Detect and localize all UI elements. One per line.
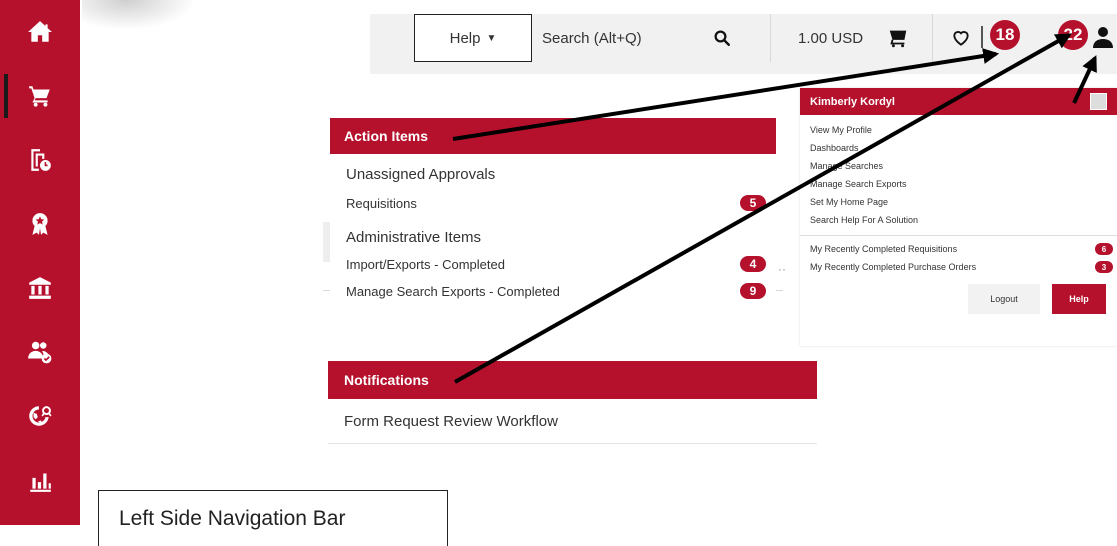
- recent-requisitions-link[interactable]: My Recently Completed Requisitions 6: [800, 240, 1117, 258]
- import-exports-item[interactable]: Import/Exports - Completed 4: [330, 254, 776, 274]
- nav-users[interactable]: [0, 320, 80, 384]
- notifications-header: Notifications: [328, 361, 817, 399]
- nav-reports[interactable]: [0, 448, 80, 512]
- search-icon[interactable]: [713, 29, 731, 47]
- manage-search-exports-link[interactable]: Manage Search Exports: [800, 175, 1117, 193]
- action-items-header: Action Items: [330, 118, 776, 154]
- action-items-badge[interactable]: 18: [990, 20, 1020, 50]
- requisitions-label: Requisitions: [346, 195, 417, 211]
- recent-purchase-orders-link[interactable]: My Recently Completed Purchase Orders 3: [800, 258, 1117, 276]
- users-check-icon: [28, 341, 52, 364]
- globe-network-icon: [29, 406, 52, 426]
- user-menu-header: Kimberly Kordyl: [800, 88, 1117, 115]
- dashboards-link[interactable]: Dashboards: [800, 139, 1117, 157]
- count-badge: 9: [740, 283, 766, 299]
- award-ribbon-icon: [32, 213, 48, 235]
- user-icon[interactable]: [1093, 26, 1113, 48]
- count-badge: 6: [1095, 243, 1113, 255]
- unassigned-approvals-heading: Unassigned Approvals: [346, 166, 496, 183]
- count-badge: 3: [1095, 261, 1113, 273]
- top-header-bar: Help ▼ Search (Alt+Q) 1.00 USD 18 22: [370, 14, 1117, 74]
- action-items-panel: Action Items Unassigned Approvals Requis…: [330, 118, 776, 344]
- nav-bank[interactable]: [0, 256, 80, 320]
- bar-chart-icon: [30, 473, 51, 492]
- blurred-background-fragment: [82, 0, 192, 28]
- documents-clock-icon: [31, 149, 51, 171]
- chevron-down-icon: ▼: [486, 32, 497, 44]
- nav-home[interactable]: [0, 0, 80, 64]
- notifications-badge[interactable]: 22: [1058, 20, 1088, 50]
- notifications-panel: Notifications Form Request Review Workfl…: [328, 361, 817, 445]
- administrative-items-heading: Administrative Items: [346, 229, 482, 246]
- help-button[interactable]: Help: [1052, 284, 1106, 314]
- cart-icon[interactable]: [887, 27, 909, 49]
- help-dropdown-label: Help: [449, 29, 481, 47]
- requisitions-item[interactable]: Requisitions 5: [330, 193, 776, 213]
- manage-search-exports-label: Manage Search Exports - Completed: [346, 283, 560, 299]
- cart-total[interactable]: 1.00 USD: [798, 30, 863, 47]
- view-profile-link[interactable]: View My Profile: [800, 121, 1117, 139]
- count-badge: 4: [740, 256, 766, 272]
- header-divider: [770, 14, 771, 62]
- home-icon: [28, 21, 52, 42]
- nav-awards[interactable]: [0, 192, 80, 256]
- manage-search-exports-item[interactable]: Manage Search Exports - Completed 9: [330, 281, 776, 301]
- cart-icon: [29, 86, 50, 107]
- header-divider: [932, 14, 933, 62]
- avatar: [1090, 93, 1107, 110]
- manage-searches-link[interactable]: Manage Searches: [800, 157, 1117, 175]
- logout-button[interactable]: Logout: [968, 284, 1040, 314]
- recent-purchase-orders-label: My Recently Completed Purchase Orders: [810, 262, 977, 272]
- user-menu-panel: Kimberly Kordyl View My Profile Dashboar…: [800, 88, 1117, 346]
- left-sidebar: [0, 0, 80, 525]
- nav-documents[interactable]: [0, 128, 80, 192]
- search-label[interactable]: Search (Alt+Q): [542, 30, 642, 47]
- set-home-page-link[interactable]: Set My Home Page: [800, 193, 1117, 211]
- sidebar-caption: Left Side Navigation Bar: [98, 490, 448, 546]
- divider: [800, 235, 1117, 236]
- count-badge: 5: [740, 195, 766, 211]
- nav-global[interactable]: [0, 384, 80, 448]
- recent-requisitions-label: My Recently Completed Requisitions: [810, 244, 958, 254]
- search-help-link[interactable]: Search Help For A Solution: [800, 211, 1117, 229]
- user-name: Kimberly Kordyl: [810, 95, 895, 108]
- bank-icon: [29, 277, 51, 299]
- notification-item[interactable]: Form Request Review Workflow: [328, 399, 817, 444]
- help-dropdown-button[interactable]: Help ▼: [414, 14, 532, 62]
- heart-icon[interactable]: [951, 28, 971, 48]
- more-options-icon[interactable]: ··: [778, 262, 786, 276]
- nav-shopping-cart[interactable]: [0, 64, 80, 128]
- import-exports-label: Import/Exports - Completed: [346, 256, 505, 272]
